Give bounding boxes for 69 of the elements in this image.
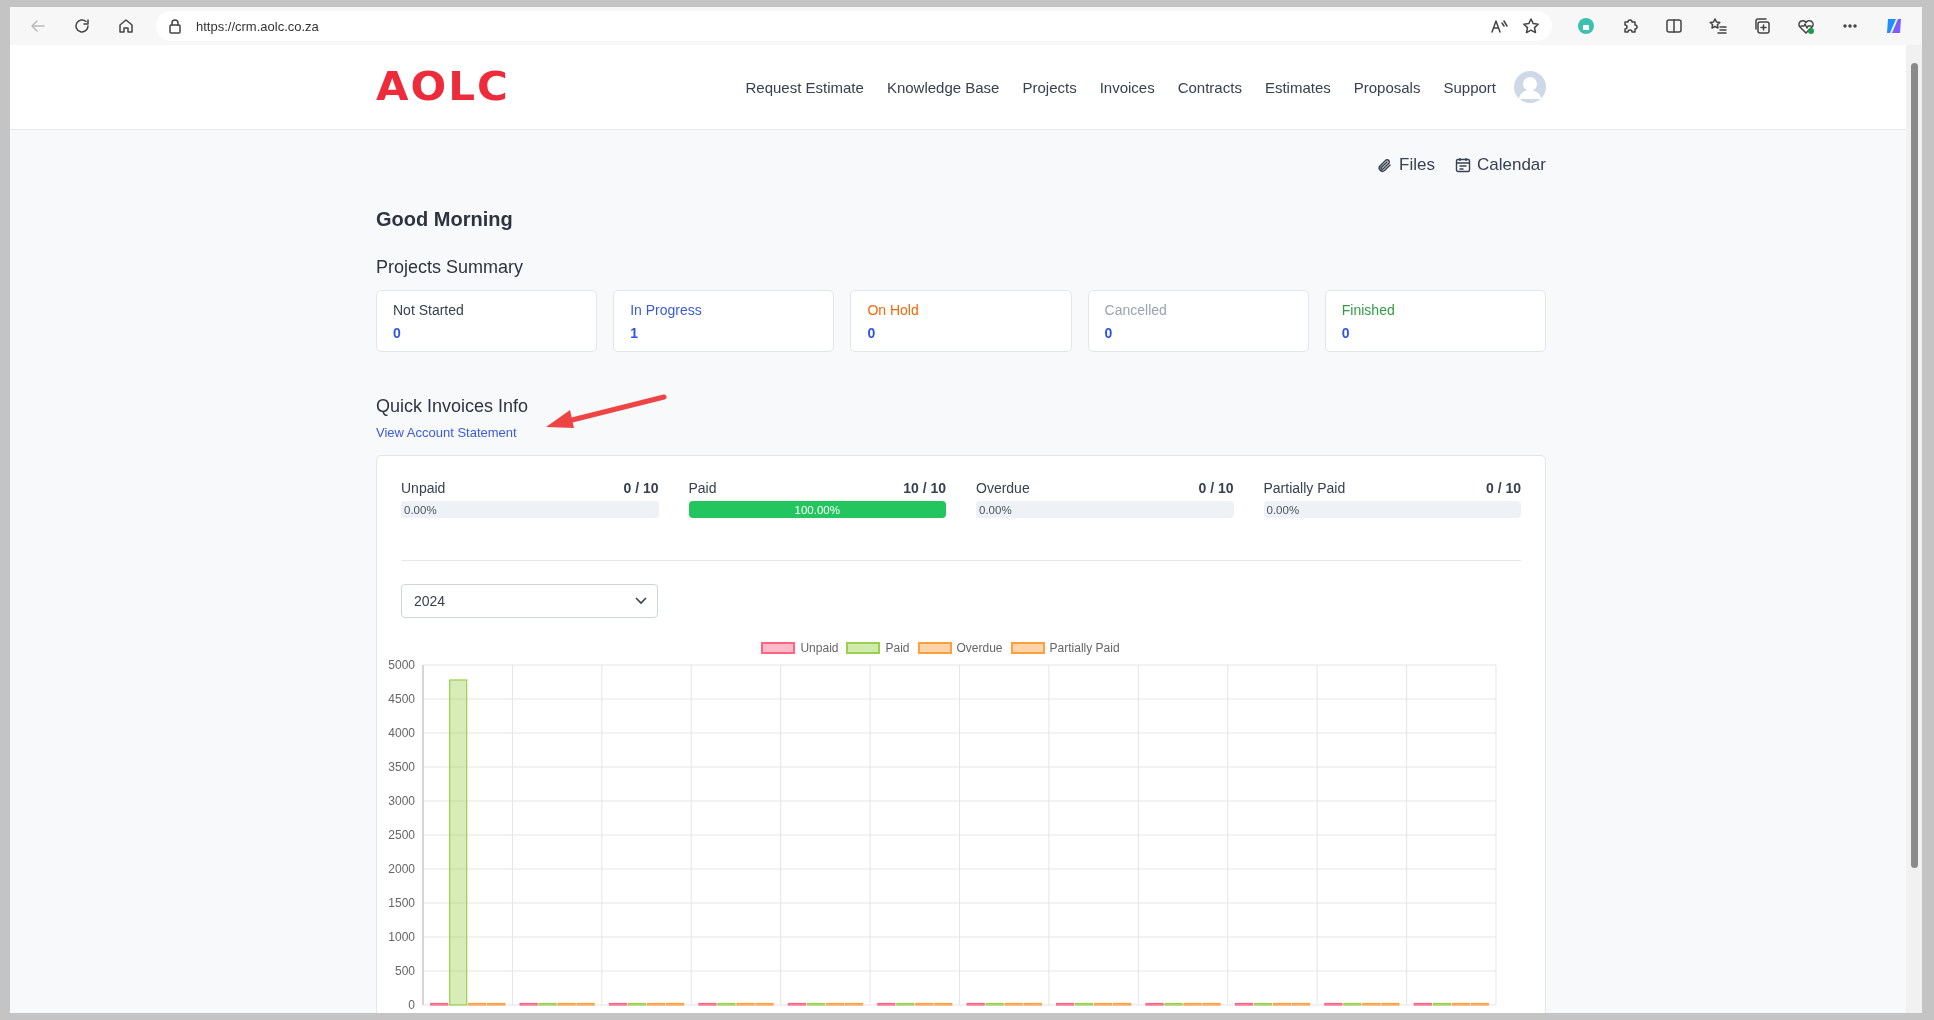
axis-tick-label: 2000 (388, 862, 415, 876)
nav-link[interactable]: Proposals (1353, 78, 1421, 96)
axis-tick-label: 2500 (388, 828, 415, 842)
legend-label[interactable]: Overdue (956, 641, 1003, 655)
url-text: https://crm.aolc.co.za (196, 18, 319, 34)
quick-link[interactable]: Calendar (1455, 155, 1546, 175)
axis-tick-label: 4000 (388, 726, 415, 740)
percent-text: 0.00% (1265, 503, 1300, 516)
split-screen-icon[interactable] (1665, 17, 1683, 35)
nav-link[interactable]: Estimates (1264, 78, 1331, 96)
legend-label[interactable]: Partially Paid (1049, 641, 1120, 655)
nav-link[interactable]: Knowledge Base (886, 78, 1000, 96)
section-title: Quick Invoices Info (376, 396, 529, 417)
status-name: Partially Paid (1263, 480, 1346, 496)
status-label: Not Started (393, 301, 465, 319)
nav-link[interactable]: Invoices (1099, 78, 1155, 96)
status-count: 0 (867, 325, 877, 341)
logo[interactable]: AOLC (376, 67, 510, 107)
percent-text: 0.00% (978, 503, 1012, 516)
heartbeat-icon[interactable] (1797, 17, 1815, 35)
quick-link[interactable]: Files (1377, 155, 1435, 175)
account-statement-link[interactable]: View Account Statement (376, 425, 517, 440)
address-bar[interactable]: https://crm.aolc.co.za (156, 11, 1552, 41)
axis-tick-label: 3000 (388, 794, 415, 808)
status-count: 0 (1341, 325, 1351, 341)
status-label: In Progress (630, 301, 703, 319)
puzzle-icon[interactable] (1621, 17, 1639, 35)
nav-link[interactable]: Support (1443, 78, 1496, 96)
status-count: 1 (630, 325, 639, 341)
section-title: Projects Summary (376, 257, 525, 278)
axis-tick-label: 0 (408, 998, 415, 1012)
greeting: Good Morning (376, 208, 514, 231)
calendar-icon (1455, 157, 1471, 173)
axis-tick-label: 1500 (388, 896, 415, 910)
legend-label[interactable]: Unpaid (800, 641, 839, 655)
axis-tick-label: 3500 (388, 760, 415, 774)
read-aloud-icon[interactable] (1490, 17, 1508, 35)
percent-text: 100.00% (794, 503, 840, 516)
status-label: On Hold (867, 301, 920, 319)
lock-icon (168, 18, 182, 34)
status-name: Unpaid (401, 480, 446, 496)
nav-link[interactable]: Request Estimate (745, 78, 864, 96)
status-count: 0 (1104, 325, 1114, 341)
year-select[interactable]: 2024 (401, 584, 658, 618)
status-count: 10 / 10 (903, 480, 946, 496)
status-count: 0 (393, 325, 402, 341)
collections-icon[interactable] (1753, 17, 1771, 35)
axis-tick-label: 5000 (388, 658, 415, 672)
legend-label[interactable]: Paid (885, 641, 910, 655)
status-count: 0 / 10 (1485, 480, 1521, 496)
nav-link[interactable]: Contracts (1177, 78, 1242, 96)
chevron-icon (635, 597, 647, 605)
nav-link[interactable]: Projects (1022, 78, 1077, 96)
scrollbar[interactable] (1906, 45, 1922, 1013)
status-name: Overdue (976, 480, 1030, 496)
axis-tick-label: 4500 (388, 692, 415, 706)
star-icon[interactable] (1522, 17, 1540, 35)
favorites-icon[interactable] (1709, 17, 1727, 35)
home-icon[interactable] (117, 17, 135, 35)
axis-tick-label: 500 (394, 964, 415, 978)
refresh-icon[interactable] (73, 17, 91, 35)
status-label: Cancelled (1104, 301, 1168, 319)
axis-tick-label: 1000 (388, 930, 415, 944)
status-count: 0 / 10 (623, 480, 659, 496)
status-name: Paid (688, 480, 717, 496)
percent-text: 0.00% (403, 503, 437, 516)
status-label: Finished (1341, 301, 1396, 319)
paperclip-icon (1377, 156, 1394, 174)
status-count: 0 / 10 (1198, 480, 1234, 496)
